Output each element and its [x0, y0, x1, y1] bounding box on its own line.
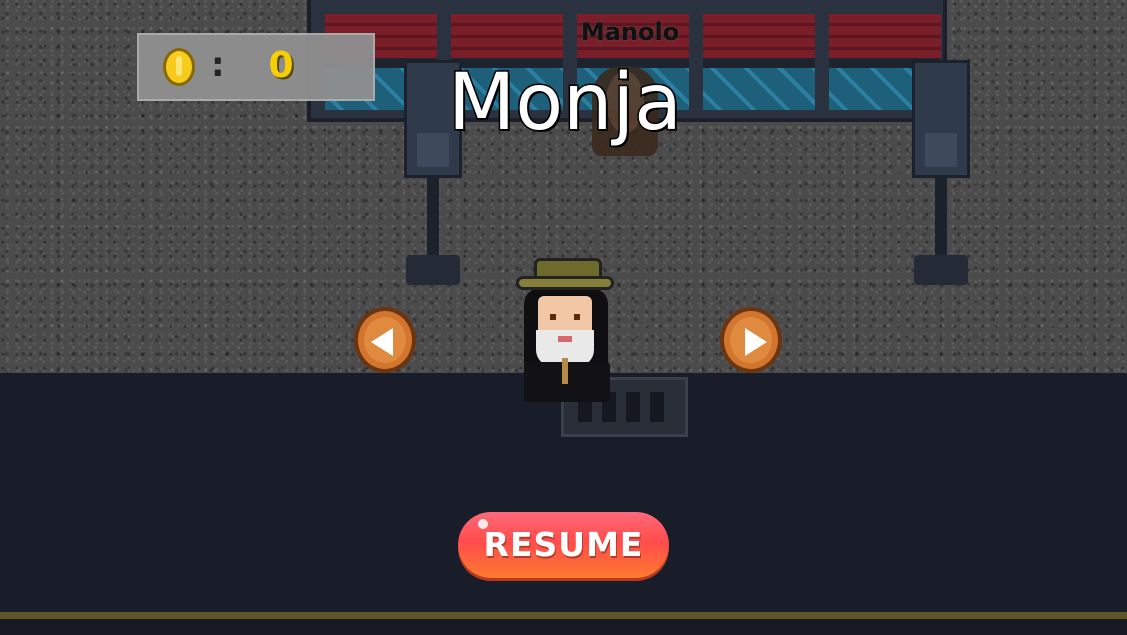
coin-count: 0 — [268, 45, 294, 86]
road-edge — [0, 619, 1127, 635]
arrow-left-icon — [371, 328, 393, 356]
resume-button-label: RESUME — [483, 525, 644, 564]
npc-name-label: Manolo — [580, 18, 680, 46]
coin-separator: : — [211, 45, 225, 85]
coin-counter-panel: : 0 — [137, 33, 375, 101]
previous-character-button[interactable] — [354, 307, 416, 373]
selected-character-sprite — [516, 258, 616, 408]
road-line — [0, 612, 1127, 619]
next-character-button[interactable] — [720, 307, 782, 373]
character-name: Monja — [447, 57, 684, 150]
coin-icon — [163, 48, 195, 86]
street-lamp — [906, 0, 976, 285]
arrow-right-icon — [745, 328, 767, 356]
resume-button[interactable]: RESUME — [458, 512, 669, 578]
